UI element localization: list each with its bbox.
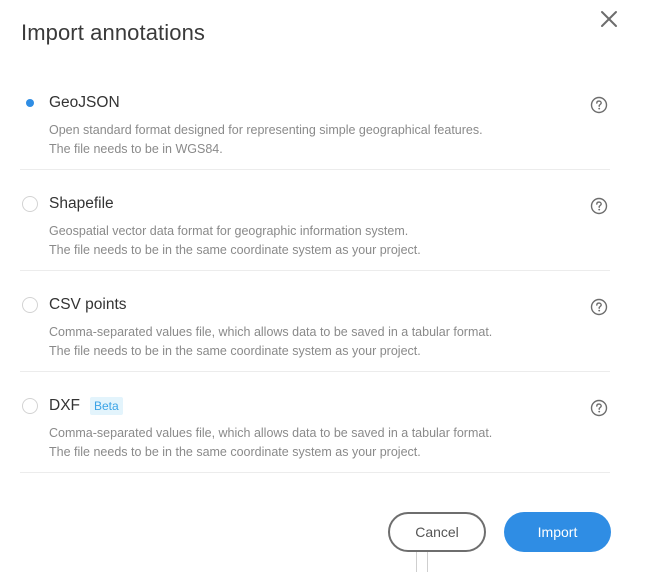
option-shapefile[interactable]: Shapefile Geospatial vector data format …	[20, 170, 610, 271]
option-title-text: CSV points	[49, 296, 127, 313]
option-description-line: The file needs to be in the same coordin…	[49, 444, 421, 459]
cancel-button[interactable]: Cancel	[388, 512, 486, 552]
option-csv-points[interactable]: CSV points Comma-separated values file, …	[20, 271, 610, 372]
beta-badge: Beta	[90, 397, 123, 415]
help-circle-icon[interactable]	[590, 197, 608, 215]
option-description-line: Geospatial vector data format for geogra…	[49, 224, 409, 238]
help-circle-icon[interactable]	[590, 399, 608, 417]
radio-geojson[interactable]	[22, 95, 38, 111]
option-title-text: Shapefile	[49, 195, 114, 212]
option-description: Comma-separated values file, which allow…	[49, 323, 589, 360]
option-dxf[interactable]: DXF Beta Comma-separated values file, wh…	[20, 372, 610, 473]
radio-dxf[interactable]	[22, 398, 38, 414]
option-description-line: The file needs to be in WGS84.	[49, 141, 223, 156]
close-icon[interactable]	[596, 6, 622, 32]
import-annotations-dialog: Import annotations GeoJSON Open standard…	[0, 0, 646, 572]
option-description-line: Comma-separated values file, which allow…	[49, 325, 493, 339]
footer-divider	[416, 552, 428, 572]
option-title: CSV points	[49, 296, 127, 314]
option-title: Shapefile	[49, 195, 114, 213]
option-description: Open standard format designed for repres…	[49, 121, 589, 158]
import-button[interactable]: Import	[504, 512, 611, 552]
option-title-text: DXF	[49, 397, 80, 414]
option-title: GeoJSON	[49, 94, 120, 112]
option-geojson[interactable]: GeoJSON Open standard format designed fo…	[20, 69, 610, 170]
option-description-line: Open standard format designed for repres…	[49, 123, 483, 137]
option-description-line: The file needs to be in the same coordin…	[49, 343, 421, 358]
option-description: Comma-separated values file, which allow…	[49, 424, 589, 461]
radio-csv-points[interactable]	[22, 297, 38, 313]
dialog-title: Import annotations	[21, 20, 206, 45]
radio-shapefile[interactable]	[22, 196, 38, 212]
help-circle-icon[interactable]	[590, 298, 608, 316]
help-circle-icon[interactable]	[590, 96, 608, 114]
option-description-line: The file needs to be in the same coordin…	[49, 242, 421, 257]
format-options-list: GeoJSON Open standard format designed fo…	[20, 69, 610, 473]
option-description: Geospatial vector data format for geogra…	[49, 222, 589, 259]
option-title-text: GeoJSON	[49, 94, 120, 111]
option-title: DXF Beta	[49, 397, 123, 415]
option-description-line: Comma-separated values file, which allow…	[49, 426, 493, 440]
